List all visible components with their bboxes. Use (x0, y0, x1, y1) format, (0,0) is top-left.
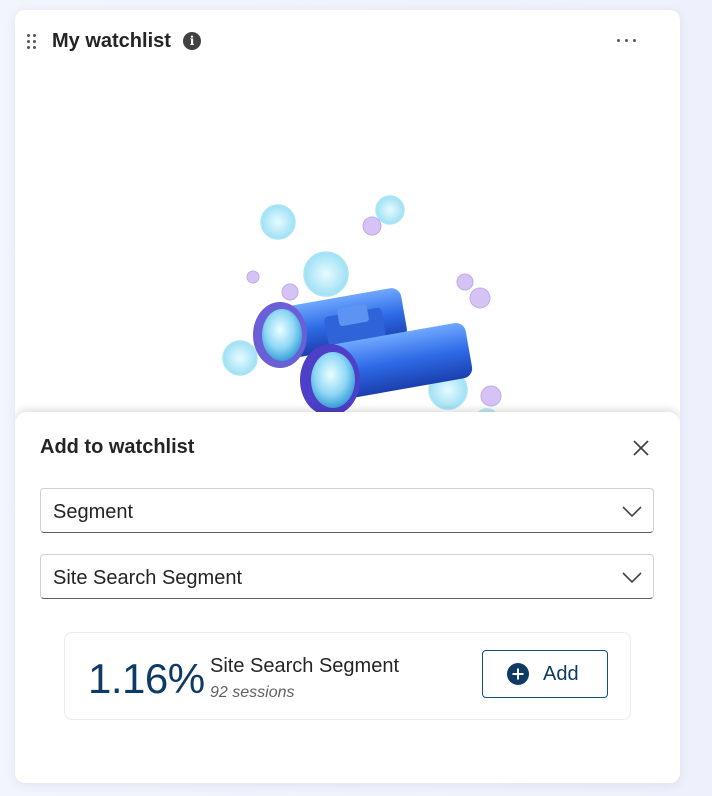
segment-select[interactable]: Site Search Segment (40, 554, 654, 599)
segment-result-card: 1.16% Site Search Segment 92 sessions Ad… (64, 632, 631, 720)
drag-grip-icon[interactable] (27, 34, 39, 50)
plus-circle-icon (507, 663, 529, 685)
segment-select-value: Site Search Segment (53, 567, 242, 589)
add-to-watchlist-panel: Add to watchlist Segment Site Search Seg… (15, 412, 680, 783)
session-count: 92 sessions (210, 684, 295, 701)
widget-title: My watchlist (52, 30, 171, 52)
more-options-button[interactable] (611, 28, 643, 52)
segment-name: Site Search Segment (210, 655, 399, 677)
type-select-value: Segment (53, 501, 134, 523)
add-button[interactable]: Add (482, 650, 608, 698)
widget-header: My watchlist i (15, 10, 680, 74)
metric-value: 1.16% (88, 655, 205, 702)
add-button-label: Add (543, 663, 579, 685)
panel-title: Add to watchlist (40, 436, 195, 458)
binoculars-illustration (222, 195, 502, 430)
close-icon[interactable] (627, 434, 655, 462)
watchlist-widget: My watchlist i Add to watchlist Segment … (15, 10, 680, 783)
chevron-down-icon (622, 506, 642, 518)
chevron-down-icon (622, 572, 642, 584)
type-select[interactable]: Segment (40, 488, 654, 533)
info-icon[interactable]: i (183, 32, 201, 50)
